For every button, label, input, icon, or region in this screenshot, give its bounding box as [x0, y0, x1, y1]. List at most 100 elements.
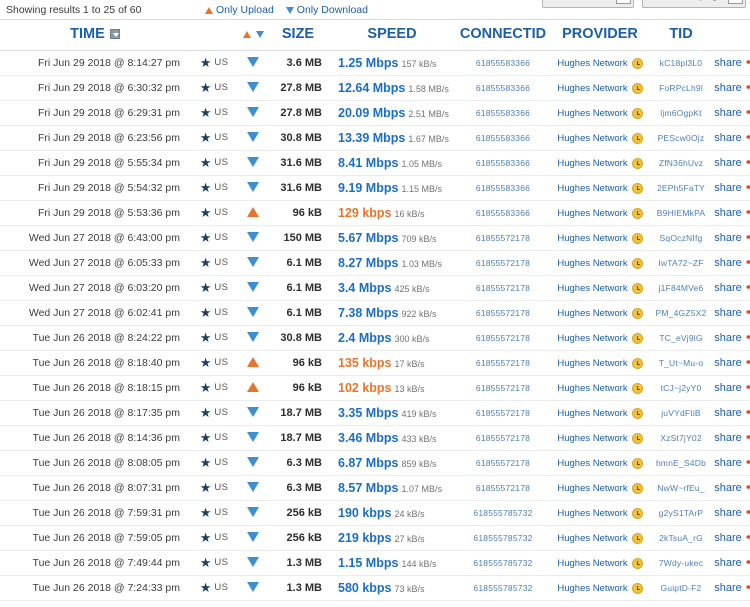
share-label[interactable]: share: [714, 557, 742, 569]
share-control[interactable]: share: [714, 581, 750, 596]
share-control[interactable]: share: [714, 206, 750, 221]
download-triangle-icon[interactable]: [255, 30, 264, 38]
column-header-provider[interactable]: PROVIDER: [550, 20, 650, 51]
share-label[interactable]: share: [714, 482, 742, 494]
share-control[interactable]: share: [714, 506, 750, 521]
clock-icon[interactable]: [631, 508, 643, 519]
provider-value[interactable]: Hughes Network: [557, 283, 627, 294]
connectid-value[interactable]: 61855572178: [476, 308, 530, 318]
tid-value[interactable]: tCJ~j2yY0: [661, 383, 702, 393]
tid-value[interactable]: TC_eVj9lG: [659, 333, 702, 343]
connectid-value[interactable]: 61855572178: [476, 233, 530, 243]
connectid-value[interactable]: 61855572178: [476, 433, 530, 443]
column-header-connectid[interactable]: CONNECTID: [456, 20, 550, 51]
provider-value[interactable]: Hughes Network: [557, 333, 627, 344]
clock-icon[interactable]: [631, 208, 643, 219]
connectid-value[interactable]: 61855572178: [476, 358, 530, 368]
connectid-value[interactable]: 61855572178: [476, 408, 530, 418]
provider-value[interactable]: Hughes Network: [557, 308, 627, 319]
share-label[interactable]: share: [714, 132, 742, 144]
share-nodes-icon[interactable]: [746, 381, 750, 396]
connectid-value[interactable]: 618555785732: [473, 558, 532, 568]
connectid-value[interactable]: 61855583366: [476, 158, 530, 168]
tid-value[interactable]: j1F84MVe6: [659, 283, 704, 293]
connectid-value[interactable]: 61855583366: [476, 83, 530, 93]
tid-value[interactable]: 7Wdy-ukec: [659, 558, 703, 568]
share-control[interactable]: share: [714, 131, 750, 146]
provider-value[interactable]: Hughes Network: [557, 383, 627, 394]
tid-value[interactable]: FoRPcLh9l: [659, 83, 703, 93]
share-nodes-icon[interactable]: [746, 406, 750, 421]
share-control[interactable]: share: [714, 56, 750, 71]
only-upload-filter[interactable]: Only Upload: [205, 4, 274, 16]
share-label[interactable]: share: [714, 207, 742, 219]
share-nodes-icon[interactable]: [746, 256, 750, 271]
tid-value[interactable]: B9HIEMkPA: [657, 208, 705, 218]
share-control[interactable]: share: [714, 456, 750, 471]
share-control[interactable]: share: [714, 356, 750, 371]
column-header-size[interactable]: SIZE: [268, 20, 328, 51]
share-nodes-icon[interactable]: [746, 181, 750, 196]
share-label[interactable]: share: [714, 332, 742, 344]
share-nodes-icon[interactable]: [746, 556, 750, 571]
share-label[interactable]: share: [714, 257, 742, 269]
tid-value[interactable]: XzSt7jY02: [660, 433, 702, 443]
share-nodes-icon[interactable]: [746, 506, 750, 521]
clock-icon[interactable]: [631, 183, 643, 194]
share-control[interactable]: share: [714, 556, 750, 571]
share-nodes-icon[interactable]: [746, 431, 750, 446]
tid-value[interactable]: IwTA72~ZF: [658, 258, 703, 268]
only-download-filter[interactable]: Only Download: [285, 4, 368, 16]
provider-value[interactable]: Hughes Network: [557, 358, 627, 369]
share-control[interactable]: share: [714, 431, 750, 446]
share-control[interactable]: share: [714, 381, 750, 396]
clock-icon[interactable]: [631, 158, 643, 169]
clock-icon[interactable]: [631, 283, 643, 294]
share-control[interactable]: share: [714, 531, 750, 546]
share-label[interactable]: share: [714, 107, 742, 119]
provider-value[interactable]: Hughes Network: [557, 208, 627, 219]
provider-value[interactable]: Hughes Network: [557, 258, 627, 269]
tid-value[interactable]: kC18pl3L0: [660, 58, 702, 68]
provider-value[interactable]: Hughes Network: [557, 183, 627, 194]
share-control[interactable]: share: [714, 281, 750, 296]
clock-icon[interactable]: [631, 358, 643, 369]
provider-value[interactable]: Hughes Network: [557, 83, 627, 94]
clock-icon[interactable]: [631, 458, 643, 469]
share-control[interactable]: share: [714, 156, 750, 171]
share-nodes-icon[interactable]: [746, 156, 750, 171]
share-label[interactable]: share: [714, 407, 742, 419]
share-label[interactable]: share: [714, 582, 742, 594]
provider-value[interactable]: Hughes Network: [557, 583, 627, 594]
clock-icon[interactable]: [631, 233, 643, 244]
clock-icon[interactable]: [631, 533, 643, 544]
share-label[interactable]: share: [714, 157, 742, 169]
share-label[interactable]: share: [714, 507, 742, 519]
connectid-value[interactable]: 61855583366: [476, 133, 530, 143]
provider-value[interactable]: Hughes Network: [557, 433, 627, 444]
share-control[interactable]: share: [714, 406, 750, 421]
connectid-value[interactable]: 61855583366: [476, 58, 530, 68]
provider-value[interactable]: Hughes Network: [557, 483, 627, 494]
column-header-time[interactable]: TIME: [0, 20, 190, 51]
results-per-page-select[interactable]: 25 results/page ▼: [641, 0, 746, 8]
connectid-value[interactable]: 61855583366: [476, 108, 530, 118]
tid-value[interactable]: SqOczNIfg: [660, 233, 703, 243]
connectid-value[interactable]: 61855572178: [476, 333, 530, 343]
provider-value[interactable]: Hughes Network: [557, 233, 627, 244]
share-control[interactable]: share: [714, 331, 750, 346]
tid-value[interactable]: NwW~rfEu_: [657, 483, 704, 493]
connectid-value[interactable]: 618555785732: [473, 533, 532, 543]
share-control[interactable]: share: [714, 231, 750, 246]
upload-triangle-icon[interactable]: [242, 30, 251, 38]
tid-value[interactable]: GuiptD-F2: [660, 583, 701, 593]
clock-icon[interactable]: [631, 483, 643, 494]
provider-value[interactable]: Hughes Network: [557, 508, 627, 519]
clock-icon[interactable]: [631, 558, 643, 569]
provider-value[interactable]: Hughes Network: [557, 558, 627, 569]
share-nodes-icon[interactable]: [746, 581, 750, 596]
provider-value[interactable]: Hughes Network: [557, 108, 627, 119]
share-label[interactable]: share: [714, 532, 742, 544]
share-nodes-icon[interactable]: [746, 56, 750, 71]
provider-value[interactable]: Hughes Network: [557, 58, 627, 69]
